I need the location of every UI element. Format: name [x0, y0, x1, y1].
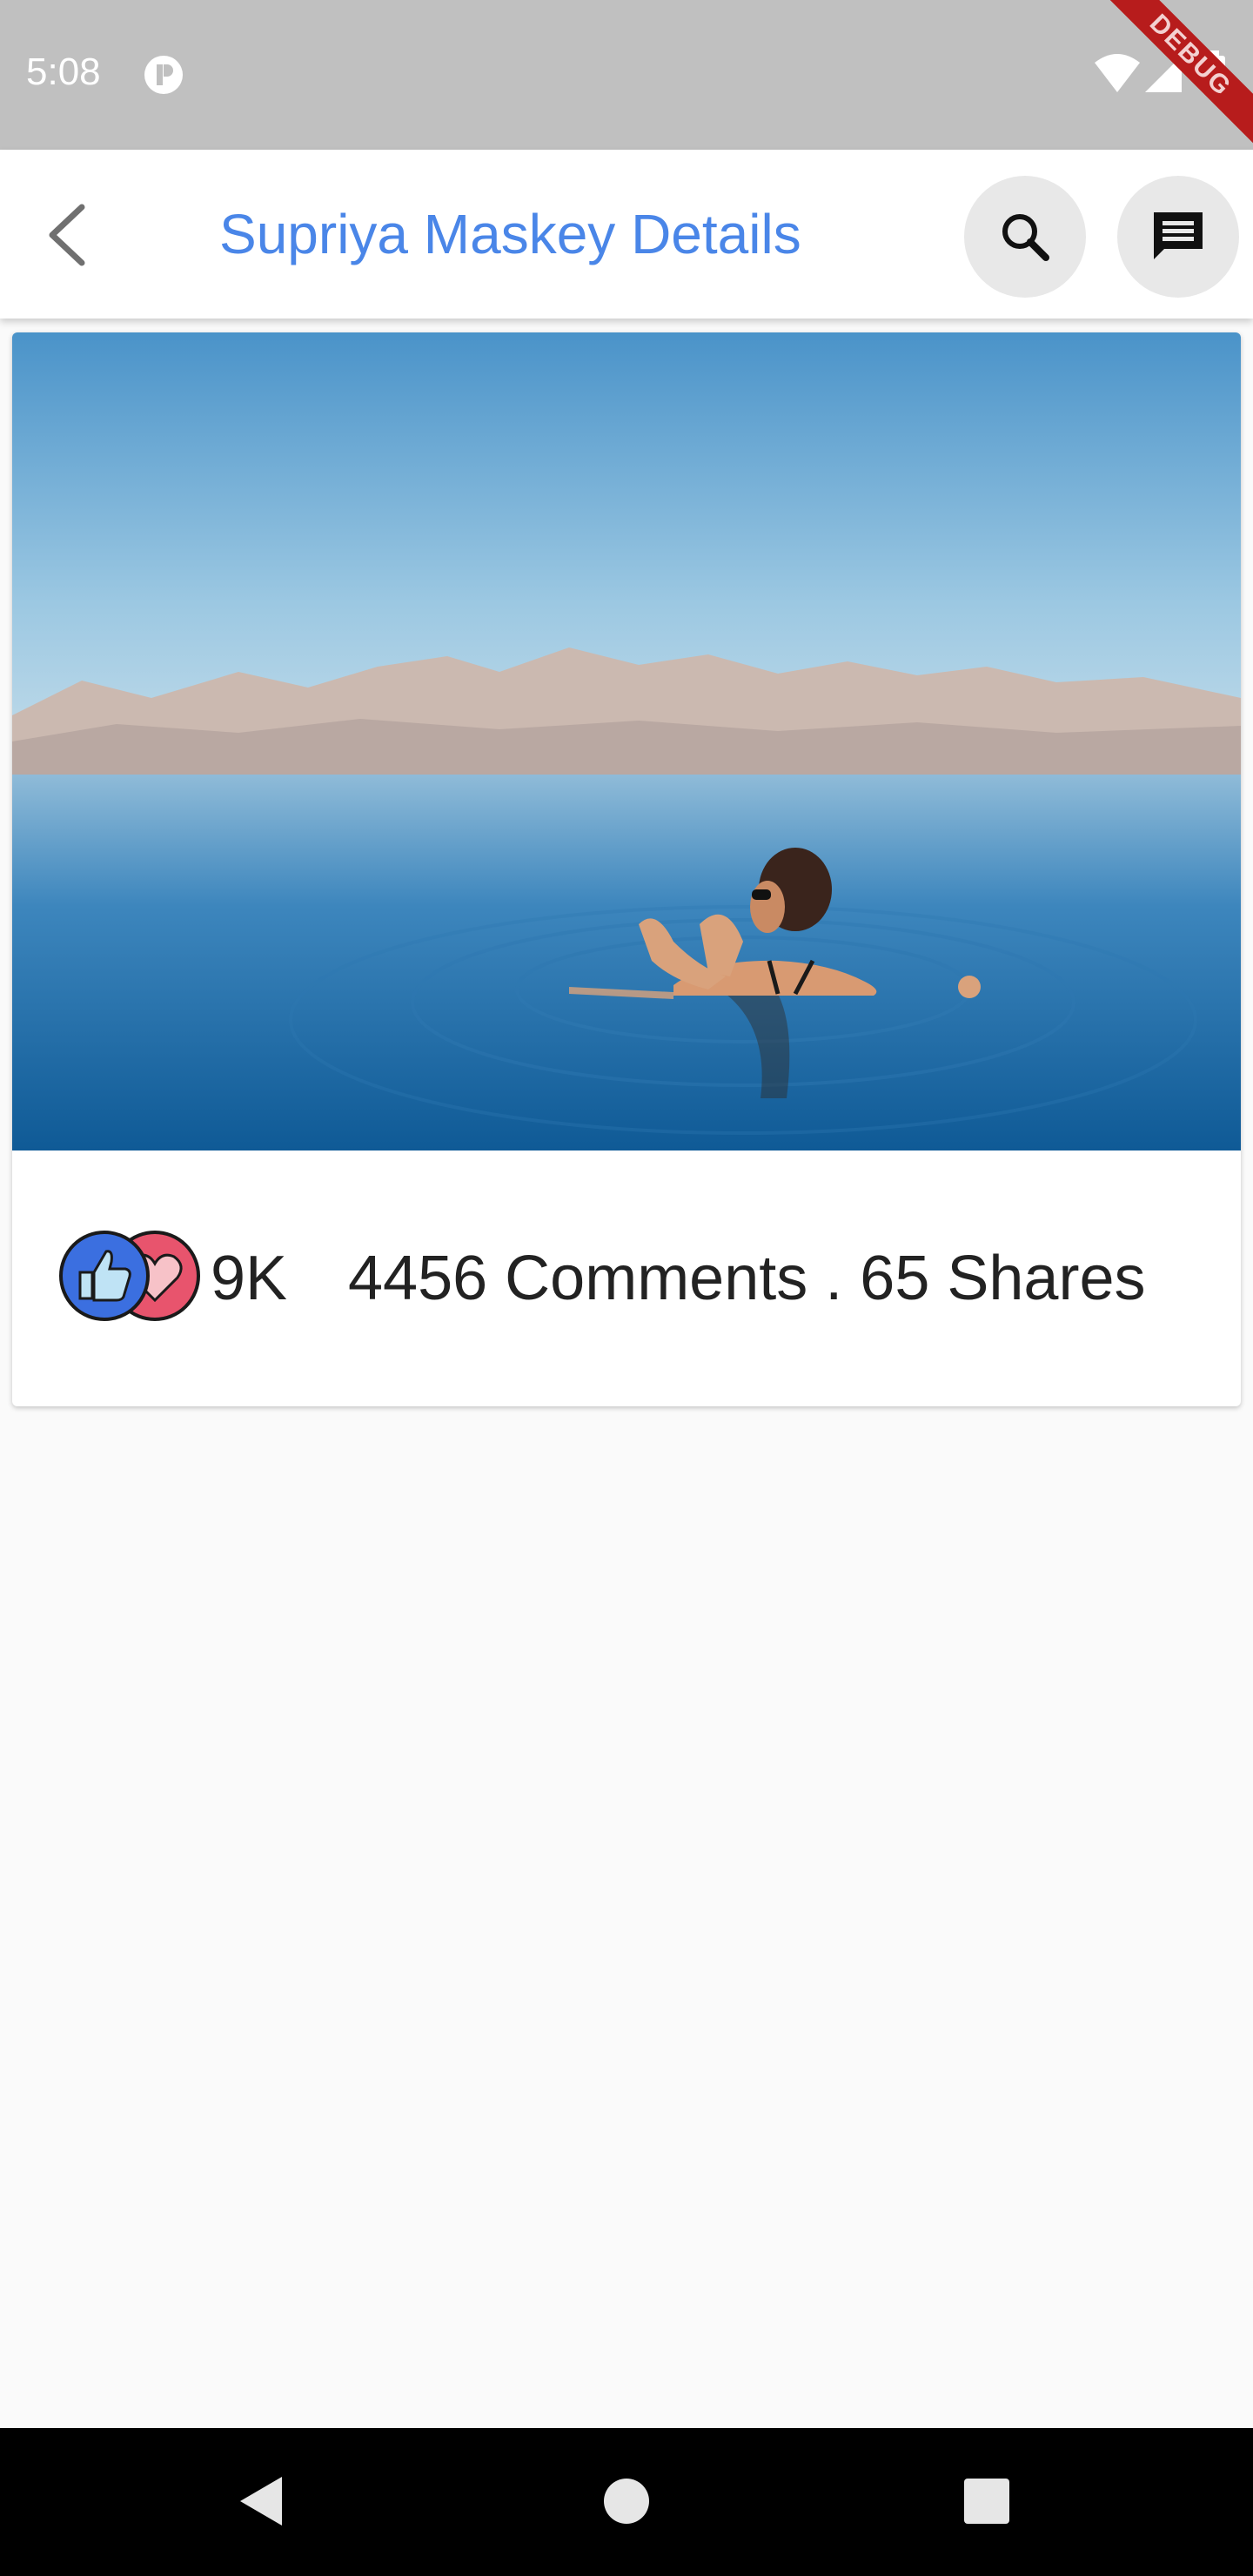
reactions-row: 9K 4456 Comments . 65 Shares [12, 1150, 1241, 1406]
post-card[interactable]: 9K 4456 Comments . 65 Shares [12, 332, 1241, 1406]
page-title: Supriya Maskey Details [219, 203, 801, 265]
app-notification-icon [144, 56, 183, 94]
message-button[interactable] [1117, 176, 1239, 298]
search-icon [1002, 214, 1049, 261]
wifi-icon [1095, 54, 1140, 92]
status-bar: 5:08 DEBUG [0, 0, 1253, 161]
search-button[interactable] [964, 176, 1086, 298]
app-bar: Supriya Maskey Details [0, 150, 1253, 319]
reaction-count: 9K [211, 1244, 288, 1313]
nav-back-icon[interactable] [237, 2473, 289, 2529]
post-photo[interactable] [12, 332, 1241, 1150]
nav-recents-icon[interactable] [964, 2479, 1009, 2524]
comments-shares-count[interactable]: 4456 Comments . 65 Shares [348, 1243, 1146, 1314]
like-reaction-icon[interactable] [57, 1229, 151, 1323]
status-time: 5:08 [26, 50, 101, 93]
nav-home-icon[interactable] [604, 2479, 649, 2524]
system-nav-bar [0, 2428, 1253, 2576]
chevron-left-icon[interactable] [38, 200, 99, 270]
message-icon [1154, 212, 1203, 259]
